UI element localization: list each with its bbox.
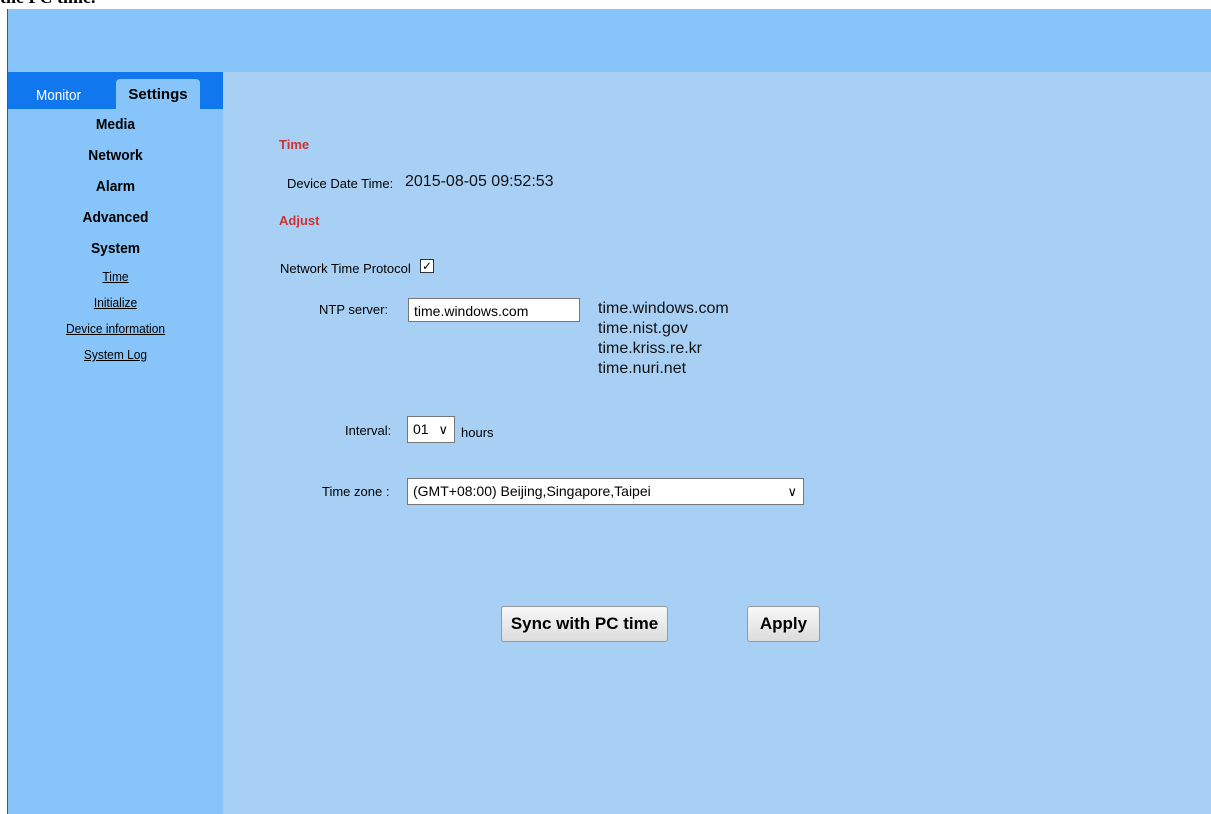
sidebar-item-advanced[interactable]: Advanced bbox=[17, 202, 215, 233]
device-date-time-label: Device Date Time: bbox=[287, 176, 394, 191]
ntp-server-input[interactable]: time.windows.com bbox=[408, 298, 580, 322]
checkmark-icon: ✓ bbox=[421, 259, 433, 273]
time-section-title: Time bbox=[279, 137, 310, 152]
sidebar-item-system[interactable]: System bbox=[17, 233, 215, 264]
ntp-server-list: time.windows.com time.nist.gov time.kris… bbox=[598, 299, 729, 379]
timezone-select-value: (GMT+08:00) Beijing,Singapore,Taipei bbox=[413, 483, 651, 499]
timezone-label: Time zone : bbox=[322, 484, 390, 499]
sidebar-subitem-time[interactable]: Time bbox=[17, 264, 215, 290]
app-frame: Monitor Settings Media Network Alarm Adv… bbox=[7, 9, 1211, 814]
header-band bbox=[8, 9, 1211, 72]
settings-menu: Media Network Alarm Advanced System Time… bbox=[8, 109, 223, 368]
sidebar: Monitor Settings Media Network Alarm Adv… bbox=[8, 72, 223, 814]
ntp-server-label: NTP server: bbox=[319, 302, 389, 317]
ntp-server-option: time.windows.com bbox=[598, 300, 729, 317]
interval-select[interactable]: 01 ∨ bbox=[407, 416, 455, 443]
sidebar-item-alarm[interactable]: Alarm bbox=[17, 171, 215, 202]
interval-unit: hours bbox=[461, 425, 494, 440]
interval-label: Interval: bbox=[345, 423, 392, 438]
tab-bar: Monitor Settings bbox=[8, 72, 223, 109]
ntp-server-option: time.kriss.re.kr bbox=[598, 340, 702, 357]
ntp-server-option: time.nuri.net bbox=[598, 360, 687, 377]
device-date-time-value: 2015-08-05 09:52:53 bbox=[405, 173, 554, 190]
page-caption: the PC time. bbox=[0, 0, 95, 8]
sidebar-item-media[interactable]: Media bbox=[17, 109, 215, 140]
apply-button[interactable]: Apply bbox=[747, 606, 820, 642]
sidebar-subitem-device-information[interactable]: Device information bbox=[17, 316, 215, 342]
interval-select-value: 01 bbox=[413, 421, 429, 437]
chevron-down-icon: ∨ bbox=[787, 484, 797, 499]
timezone-select[interactable]: (GMT+08:00) Beijing,Singapore,Taipei ∨ bbox=[407, 478, 804, 505]
sync-with-pc-time-button[interactable]: Sync with PC time bbox=[501, 606, 668, 642]
sidebar-subitem-system-log[interactable]: System Log bbox=[17, 342, 215, 368]
tab-monitor[interactable]: Monitor bbox=[36, 84, 81, 108]
adjust-section-title: Adjust bbox=[279, 213, 320, 228]
ntp-checkbox[interactable]: ✓ bbox=[420, 259, 434, 273]
ntp-label: Network Time Protocol bbox=[280, 261, 411, 276]
settings-content: Time Device Date Time: 2015-08-05 09:52:… bbox=[223, 72, 1211, 814]
ntp-server-option: time.nist.gov bbox=[598, 320, 688, 337]
sidebar-item-network[interactable]: Network bbox=[17, 140, 215, 171]
sidebar-subitem-initialize[interactable]: Initialize bbox=[17, 290, 215, 316]
chevron-down-icon: ∨ bbox=[438, 422, 448, 437]
tab-settings[interactable]: Settings bbox=[116, 79, 200, 109]
